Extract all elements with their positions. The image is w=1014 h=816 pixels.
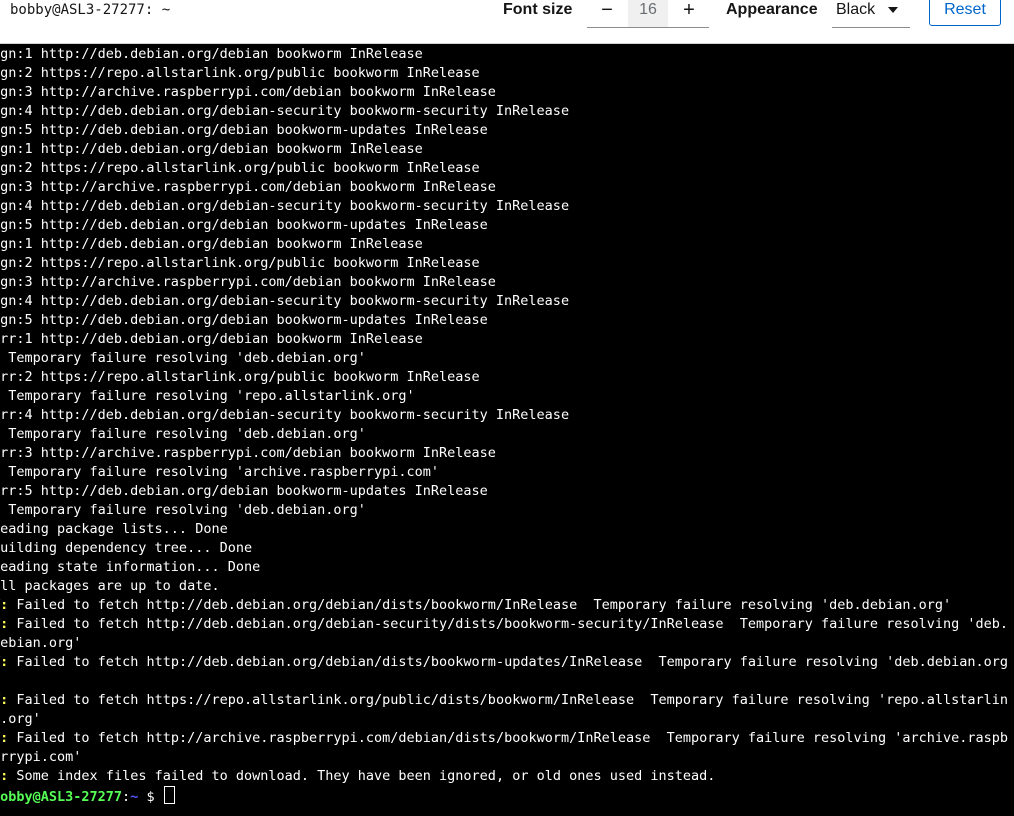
- terminal-line: Temporary failure resolving 'archive.ras…: [0, 464, 440, 480]
- terminal-line: Ign:1 http://deb.debian.org/debian bookw…: [0, 236, 423, 252]
- warning-line: W: Failed to fetch http://deb.debian.org…: [0, 653, 1008, 672]
- warning-text: k.org': [0, 711, 41, 727]
- caret-down-icon: [888, 7, 898, 13]
- warning-tag: W:: [0, 730, 9, 746]
- terminal-line: Ign:4 http://deb.debian.org/debian-secur…: [0, 198, 570, 214]
- warning-tag: W:: [0, 597, 9, 613]
- warning-line: W: Failed to fetch http://archive.raspbe…: [0, 729, 1008, 748]
- terminal-line: Ign:4 http://deb.debian.org/debian-secur…: [0, 293, 570, 309]
- warning-text: debian.org': [0, 635, 82, 651]
- terminal-line: Err:5 http://deb.debian.org/debian bookw…: [0, 483, 488, 499]
- terminal-line: Ign:3 http://archive.raspberrypi.com/deb…: [0, 179, 496, 195]
- prompt-line: bobby@ASL3-27277:~ $: [0, 786, 1008, 805]
- reset-button[interactable]: Reset: [929, 0, 1001, 26]
- warning-tag: W:: [0, 692, 9, 708]
- prompt-separator: :: [122, 789, 131, 805]
- warning-text: Failed to fetch http://archive.raspberry…: [16, 730, 1008, 746]
- terminal-line: Ign:2 https://repo.allstarlink.org/publi…: [0, 255, 480, 271]
- terminal-line: Ign:5 http://deb.debian.org/debian bookw…: [0, 217, 488, 233]
- warning-tag: W:: [0, 616, 9, 632]
- decrease-font-button[interactable]: −: [587, 0, 627, 26]
- appearance-select[interactable]: Black: [832, 0, 910, 28]
- terminal-output[interactable]: Ign:1 http://deb.debian.org/debian bookw…: [0, 44, 1014, 816]
- text-cursor: [163, 786, 175, 804]
- terminal-line: Temporary failure resolving 'deb.debian.…: [0, 350, 366, 366]
- terminal-lines: Ign:1 http://deb.debian.org/debian bookw…: [0, 45, 1008, 805]
- terminal-line: Err:2 https://repo.allstarlink.org/publi…: [0, 369, 480, 385]
- terminal-line: Reading package lists... Done: [0, 521, 228, 537]
- terminal-line: Err:4 http://deb.debian.org/debian-secur…: [0, 407, 570, 423]
- window-title: bobby@ASL3-27277: ~: [10, 2, 171, 18]
- terminal-line: Ign:5 http://deb.debian.org/debian bookw…: [0, 122, 488, 138]
- increase-font-button[interactable]: +: [669, 0, 709, 26]
- warning-text: Failed to fetch http://deb.debian.org/de…: [16, 654, 1008, 670]
- terminal-line: Ign:3 http://archive.raspberrypi.com/deb…: [0, 84, 496, 100]
- font-size-value[interactable]: 16: [628, 0, 668, 27]
- warning-tag: W:: [0, 768, 9, 784]
- appearance-select-value: Black: [836, 1, 876, 18]
- warning-line: ': [0, 672, 1008, 691]
- font-size-label: Font size: [503, 1, 573, 18]
- terminal-toolbar: bobby@ASL3-27277: ~ Font size − 16 + App…: [0, 0, 1014, 44]
- terminal-line: Temporary failure resolving 'deb.debian.…: [0, 426, 366, 442]
- terminal-line: All packages are up to date.: [0, 578, 220, 594]
- warning-line: W: Some index files failed to download. …: [0, 767, 1008, 786]
- terminal-line: Ign:3 http://archive.raspberrypi.com/deb…: [0, 274, 496, 290]
- terminal-line: Ign:1 http://deb.debian.org/debian bookw…: [0, 46, 423, 62]
- terminal-line: Ign:1 http://deb.debian.org/debian bookw…: [0, 141, 423, 157]
- warning-text: Failed to fetch https://repo.allstarlink…: [16, 692, 1008, 708]
- warning-line: W: Failed to fetch https://repo.allstarl…: [0, 691, 1008, 710]
- warning-text: Failed to fetch http://deb.debian.org/de…: [16, 616, 1008, 632]
- terminal-line: Ign:2 https://repo.allstarlink.org/publi…: [0, 65, 480, 81]
- warning-line: debian.org': [0, 634, 1008, 653]
- warning-tag: W:: [0, 654, 9, 670]
- terminal-line: Temporary failure resolving 'deb.debian.…: [0, 502, 366, 518]
- warning-line: W: Failed to fetch http://deb.debian.org…: [0, 596, 1008, 615]
- warning-line: k.org': [0, 710, 1008, 729]
- terminal-line: Temporary failure resolving 'repo.allsta…: [0, 388, 415, 404]
- prompt-user-host: bobby@ASL3-27277: [0, 789, 123, 805]
- warning-text: Some index files failed to download. The…: [16, 768, 716, 784]
- terminal-line: Reading state information... Done: [0, 559, 261, 575]
- terminal-line: Ign:5 http://deb.debian.org/debian bookw…: [0, 312, 488, 328]
- warning-text: Failed to fetch http://deb.debian.org/de…: [16, 597, 952, 613]
- terminal-line: Ign:4 http://deb.debian.org/debian-secur…: [0, 103, 570, 119]
- terminal-line: Err:1 http://deb.debian.org/debian bookw…: [0, 331, 423, 347]
- warning-text: errypi.com': [0, 749, 82, 765]
- prompt-symbol: $: [138, 789, 163, 805]
- terminal-line: Building dependency tree... Done: [0, 540, 253, 556]
- terminal-line: Err:3 http://archive.raspberrypi.com/deb…: [0, 445, 496, 461]
- appearance-label: Appearance: [726, 1, 818, 18]
- warning-line: errypi.com': [0, 748, 1008, 767]
- terminal-line: Ign:2 https://repo.allstarlink.org/publi…: [0, 160, 480, 176]
- warning-line: W: Failed to fetch http://deb.debian.org…: [0, 615, 1008, 634]
- font-size-stepper: − 16 +: [587, 0, 709, 28]
